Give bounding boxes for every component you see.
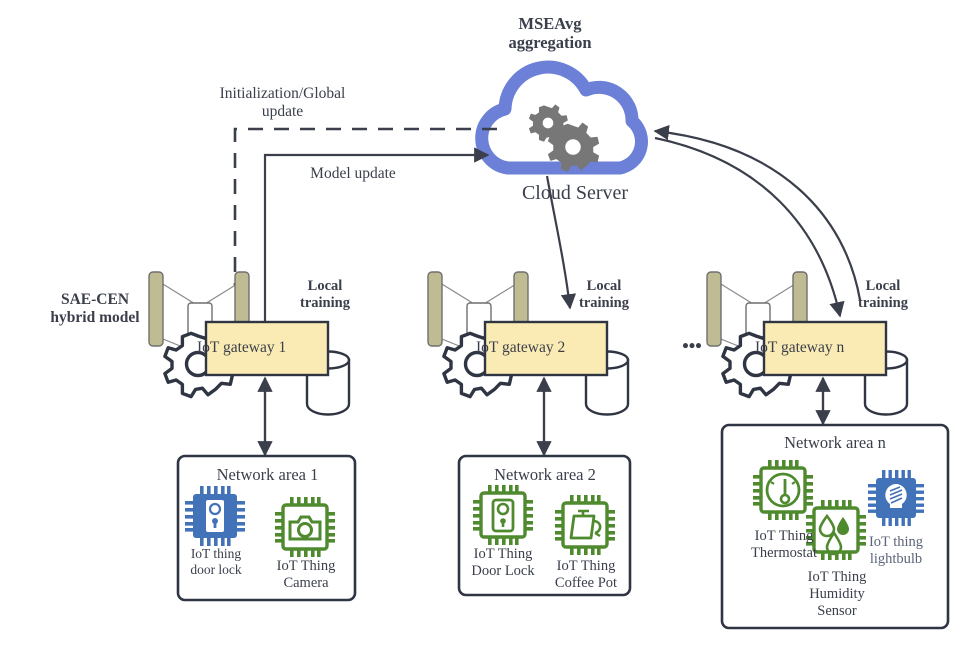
gateway-n-label: IoT gateway n [755,339,845,356]
cloud-server-label: Cloud Server [521,182,629,204]
iot-thing-door-lock-icon [185,486,245,546]
iot-thing-door-lock-label: IoT thing door lock [190,546,242,577]
sae-cen-hybrid-model-label: SAE-CEN hybrid model [50,291,140,327]
iot-thing-door-lock-2-icon [473,485,533,545]
iot-thing-door-lock-2-label: IoT Thing Door Lock [471,546,535,580]
iot-thing-coffee-pot-label: IoT Thing Coffee Pot [554,558,618,592]
local-training-label-1: Local training [300,278,350,312]
network-area-2-title: Network area 2 [494,465,596,484]
edge-gateway-n-to-cloud [653,124,862,301]
network-area-1-title: Network area 1 [216,465,319,484]
gateway-2-label: IoT gateway 2 [476,339,566,356]
gateway-ellipsis: ••• [682,337,702,357]
diagram-canvas: MSEAvg aggregation Cloud Server Initiali… [0,0,973,657]
local-training-label-n: Local training [858,278,908,312]
iot-thing-lightbulb-label: IoT thing lightbulb [868,534,924,568]
local-training-label-2: Local training [579,278,629,312]
msavg-aggregation-title: MSEAvg aggregation [508,14,592,53]
cloud-server-icon [475,60,648,175]
initialization-global-update-label: Initialization/Global update [219,85,346,121]
edge-cloud-to-gateway-n [654,136,845,318]
iot-thing-camera-label: IoT Thing Camera [276,558,336,592]
gateway-1-label: IoT gateway 1 [197,339,287,356]
iot-thing-humidity-sensor-label: IoT Thing Humidity Sensor [807,569,867,620]
model-update-label: Model update [310,165,396,182]
network-area-n-title: Network area n [784,433,886,452]
iot-thing-thermostat-label: IoT Thing Thermostat [750,528,818,562]
